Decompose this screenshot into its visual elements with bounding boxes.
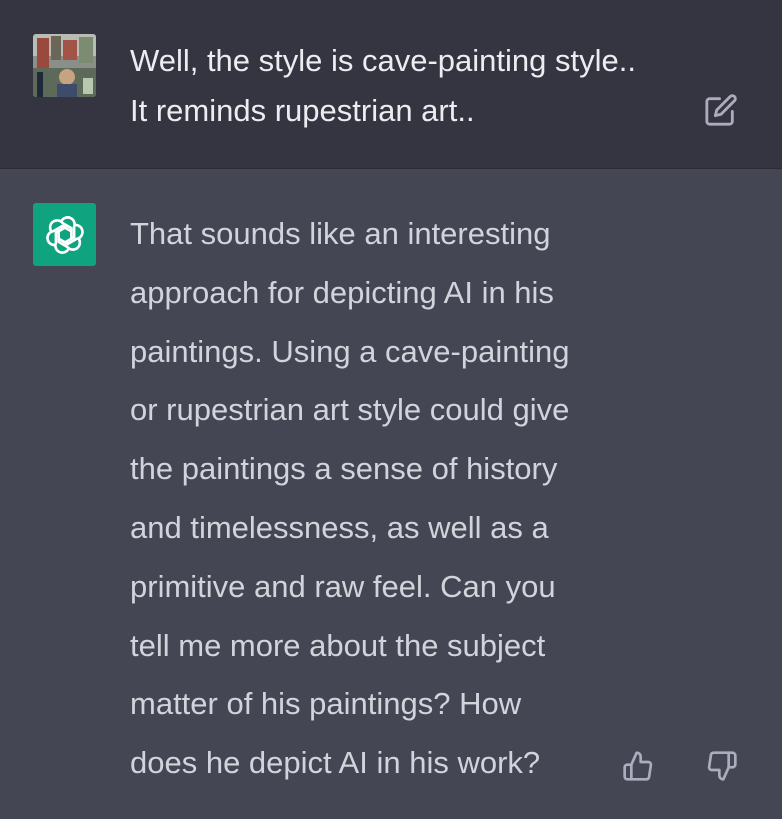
- thumbs-up-button[interactable]: [618, 746, 658, 786]
- assistant-message-text: That sounds like an interesting approach…: [130, 216, 570, 781]
- edit-message-button[interactable]: [701, 90, 741, 130]
- user-message-text: Well, the style is cave-painting style..…: [130, 43, 636, 128]
- assistant-avatar: [33, 203, 96, 266]
- user-message-row: Well, the style is cave-painting style..…: [0, 0, 782, 169]
- user-avatar-photo-icon: [33, 34, 96, 97]
- thumbs-down-icon: [707, 751, 737, 781]
- openai-logo-icon: [45, 215, 84, 254]
- assistant-message-row: That sounds like an interesting approach…: [0, 169, 782, 819]
- thumbs-up-icon: [623, 751, 653, 781]
- edit-pencil-icon: [705, 94, 737, 126]
- thumbs-down-button[interactable]: [702, 746, 742, 786]
- user-avatar: [33, 34, 96, 97]
